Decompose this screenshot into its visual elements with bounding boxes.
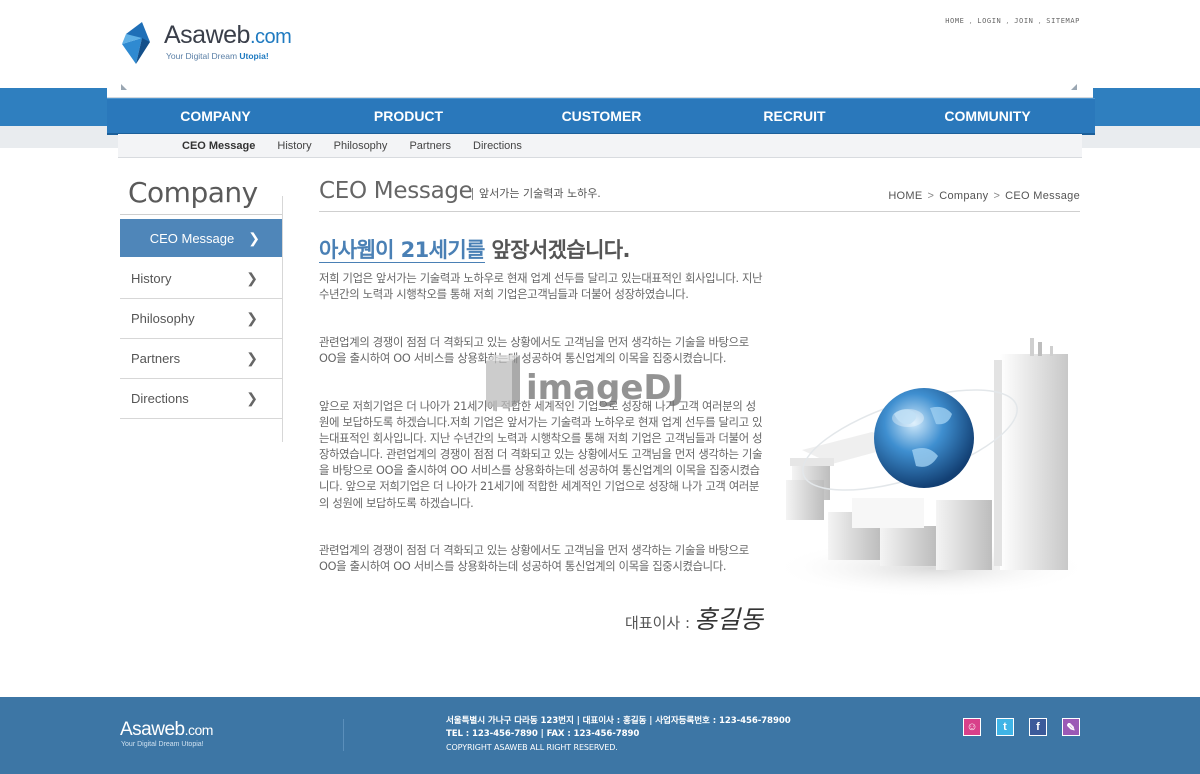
sidebar-title-rule — [120, 214, 283, 215]
sidebar-item-history[interactable]: History ❯ — [120, 259, 282, 299]
chevron-right-icon: > — [927, 190, 935, 202]
top-link-home[interactable]: HOME — [945, 17, 964, 25]
top-link-login[interactable]: LOGIN — [977, 17, 1001, 25]
main-nav: COMPANY PRODUCT CUSTOMER RECRUIT COMMUNI… — [107, 98, 1095, 133]
subnav-item-ceo-message[interactable]: CEO Message — [182, 140, 255, 152]
sidebar-title: Company — [128, 176, 258, 209]
footer-copyright: COPYRIGHT ASAWEB ALL RIGHT RESERVED. — [446, 743, 618, 752]
breadcrumb-home[interactable]: HOME — [888, 190, 922, 202]
headline-highlight: 아사웹이 21세기를 — [319, 238, 485, 263]
logo-tagline: Your Digital Dream Utopia! — [166, 51, 269, 61]
globe-buildings-illustration — [772, 338, 1092, 598]
sub-nav: CEO Message History Philosophy Partners … — [118, 134, 1082, 158]
page-title: CEO Message — [319, 178, 473, 204]
facebook-icon[interactable]: f — [1029, 718, 1047, 736]
sidebar-item-label: Partners — [131, 351, 181, 366]
subnav-item-philosophy[interactable]: Philosophy — [334, 140, 388, 152]
sidebar-item-label: Directions — [131, 391, 189, 406]
chevron-right-icon: ❯ — [246, 390, 258, 406]
site-logo[interactable]: Asaweb.com Your Digital Dream Utopia! — [120, 20, 320, 66]
breadcrumb: HOME > Company > CEO Message — [888, 190, 1080, 202]
subnav-item-partners[interactable]: Partners — [409, 140, 451, 152]
sidebar-item-philosophy[interactable]: Philosophy ❯ — [120, 299, 282, 339]
sidebar-item-label: History — [131, 271, 172, 286]
headline: 아사웹이 21세기를 앞장서겠습니다. — [319, 234, 631, 264]
nav-item-recruit[interactable]: RECRUIT — [698, 99, 891, 133]
chevron-right-icon: ❯ — [246, 310, 258, 326]
utility-links: HOME, LOGIN, JOIN, SITEMAP — [945, 17, 1080, 25]
headline-rest: 앞장서겠습니다. — [484, 238, 630, 262]
chevron-right-icon: ❯ — [246, 270, 258, 286]
footer-logo[interactable]: Asaweb.com — [120, 719, 213, 741]
sidebar-item-label: CEO Message — [149, 230, 235, 246]
footer-tagline: Your Digital Dream Utopia! — [121, 741, 204, 748]
signature-label: 대표이사 : — [625, 614, 691, 632]
sidebar-item-partners[interactable]: Partners ❯ — [120, 339, 282, 379]
title-divider — [319, 211, 1080, 212]
top-link-sitemap[interactable]: SITEMAP — [1046, 17, 1080, 25]
top-link-join[interactable]: JOIN — [1014, 17, 1033, 25]
page-subtitle: 앞서가는 기술력과 노하우. — [472, 188, 601, 200]
sidebar-divider — [282, 196, 283, 442]
sidebar-menu: CEO Message ❯ History ❯ Philosophy ❯ Par… — [120, 219, 282, 419]
nav-item-company[interactable]: COMPANY — [119, 99, 312, 133]
message-paragraph: 저희 기업은 앞서가는 기술력과 노하우로 현재 업계 선두를 달리고 있는대표… — [319, 272, 763, 302]
nav-item-community[interactable]: COMMUNITY — [891, 99, 1084, 133]
nav-item-product[interactable]: PRODUCT — [312, 99, 505, 133]
corner-left-icon — [121, 84, 127, 90]
footer-company-info: 서울특별시 가나구 다라동 123번지 | 대표이사 : 홍길동 | 사업자등록… — [446, 715, 791, 754]
sidebar-item-directions[interactable]: Directions ❯ — [120, 379, 282, 419]
breadcrumb-company[interactable]: Company — [939, 190, 988, 202]
breadcrumb-current: CEO Message — [1005, 190, 1080, 202]
sidebar-item-label: Philosophy — [131, 311, 195, 326]
sns-links: ☺ t f ✎ — [963, 718, 1080, 736]
logo-wordmark: Asaweb.com — [164, 21, 292, 49]
logo-mark-icon — [122, 22, 150, 64]
nav-frame — [107, 84, 1093, 98]
ceo-signature: 대표이사 : 홍길동 — [625, 600, 763, 636]
subnav-item-history[interactable]: History — [277, 140, 311, 152]
footer-address: 서울특별시 가나구 다라동 123번지 | 대표이사 : 홍길동 | 사업자등록… — [446, 716, 791, 726]
blog-icon[interactable]: ✎ — [1062, 718, 1080, 736]
subnav-item-directions[interactable]: Directions — [473, 140, 522, 152]
footer-contact: TEL : 123-456-7890 | FAX : 123-456-7890 — [446, 729, 640, 739]
site-footer: Asaweb.com Your Digital Dream Utopia! 서울… — [0, 697, 1200, 774]
message-paragraph: 관련업계의 경쟁이 점점 더 격화되고 있는 상황에서도 고객님을 먼저 생각하… — [319, 544, 749, 574]
corner-right-icon — [1071, 84, 1077, 90]
me2day-icon[interactable]: ☺ — [963, 718, 981, 736]
watermark-logo: imageDJ — [486, 355, 684, 408]
nav-item-customer[interactable]: CUSTOMER — [505, 99, 698, 133]
twitter-icon[interactable]: t — [996, 718, 1014, 736]
chevron-right-icon: ❯ — [246, 350, 258, 366]
footer-divider — [343, 719, 344, 751]
chevron-right-icon: > — [993, 190, 1001, 202]
chevron-right-icon: ❯ — [248, 229, 260, 246]
sidebar-item-ceo-message[interactable]: CEO Message ❯ — [120, 219, 282, 257]
signature-name: 홍길동 — [694, 605, 764, 634]
svg-text:imageDJ: imageDJ — [526, 368, 684, 408]
